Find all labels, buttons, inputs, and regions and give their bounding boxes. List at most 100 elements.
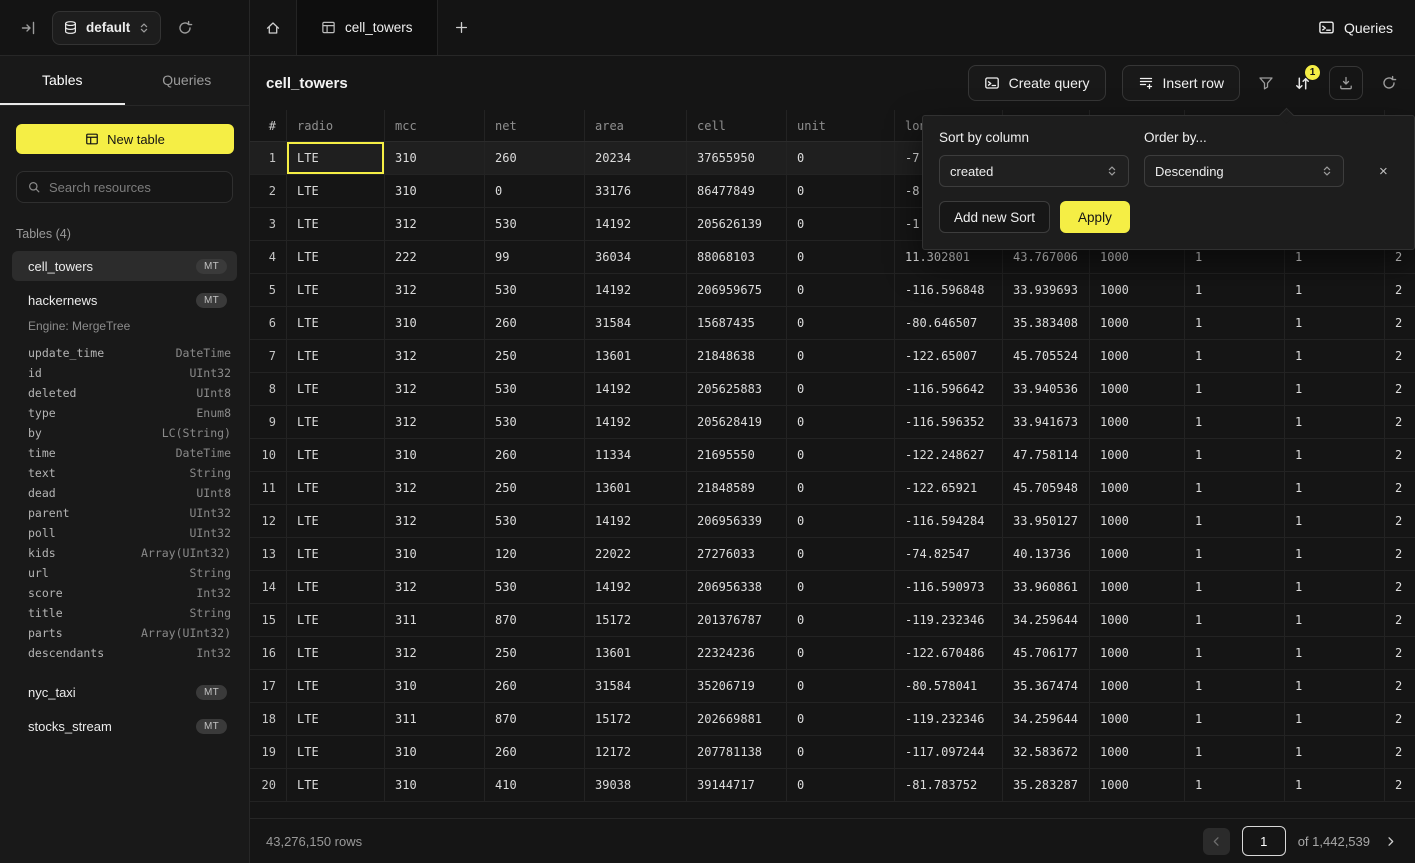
- table-cell[interactable]: 312: [385, 571, 485, 603]
- table-cell[interactable]: 2: [1385, 307, 1415, 339]
- table-cell[interactable]: 0: [787, 505, 895, 537]
- table-cell[interactable]: 0: [787, 703, 895, 735]
- table-cell[interactable]: 0: [787, 637, 895, 669]
- table-cell[interactable]: 201376787: [687, 604, 787, 636]
- table-cell[interactable]: LTE: [287, 439, 385, 471]
- column-header-net[interactable]: net: [485, 110, 585, 141]
- refresh-connection-button[interactable]: [173, 16, 197, 40]
- table-cell[interactable]: 22022: [585, 538, 687, 570]
- table-cell[interactable]: 312: [385, 637, 485, 669]
- refresh-table-button[interactable]: [1379, 73, 1399, 93]
- database-selector[interactable]: default: [52, 11, 161, 45]
- table-cell[interactable]: 88068103: [687, 241, 787, 273]
- table-cell[interactable]: 35.383408: [1003, 307, 1090, 339]
- table-cell[interactable]: 1: [1185, 505, 1285, 537]
- table-cell[interactable]: 1: [1185, 637, 1285, 669]
- table-cell[interactable]: -80.646507: [895, 307, 1003, 339]
- table-cell[interactable]: 1: [1285, 736, 1385, 768]
- table-cell[interactable]: 45.706177: [1003, 637, 1090, 669]
- row-number-cell[interactable]: 12: [250, 505, 287, 537]
- table-cell[interactable]: LTE: [287, 538, 385, 570]
- table-cell[interactable]: 39038: [585, 769, 687, 801]
- table-cell[interactable]: -116.596642: [895, 373, 1003, 405]
- table-cell[interactable]: 1: [1185, 406, 1285, 438]
- table-cell[interactable]: 13601: [585, 472, 687, 504]
- column-header-cell[interactable]: cell: [687, 110, 787, 141]
- table-cell[interactable]: 0: [787, 604, 895, 636]
- column-header-mcc[interactable]: mcc: [385, 110, 485, 141]
- row-number-cell[interactable]: 7: [250, 340, 287, 372]
- table-cell[interactable]: 0: [787, 472, 895, 504]
- table-cell[interactable]: 35.283287: [1003, 769, 1090, 801]
- table-cell[interactable]: 0: [787, 670, 895, 702]
- row-number-cell[interactable]: 15: [250, 604, 287, 636]
- table-cell[interactable]: 0: [787, 340, 895, 372]
- table-cell[interactable]: 1000: [1090, 703, 1185, 735]
- table-cell[interactable]: 22324236: [687, 637, 787, 669]
- table-cell[interactable]: LTE: [287, 208, 385, 240]
- table-cell[interactable]: 2: [1385, 373, 1415, 405]
- table-cell[interactable]: 1: [1285, 670, 1385, 702]
- table-cell[interactable]: 40.13736: [1003, 538, 1090, 570]
- table-cell[interactable]: 33.940536: [1003, 373, 1090, 405]
- table-cell[interactable]: 47.758114: [1003, 439, 1090, 471]
- new-table-button[interactable]: New table: [16, 124, 234, 154]
- table-cell[interactable]: 206956338: [687, 571, 787, 603]
- download-button[interactable]: [1329, 66, 1363, 100]
- table-cell[interactable]: 310: [385, 175, 485, 207]
- table-cell[interactable]: 206956339: [687, 505, 787, 537]
- table-cell[interactable]: LTE: [287, 142, 385, 174]
- table-cell[interactable]: 37655950: [687, 142, 787, 174]
- row-number-cell[interactable]: 2: [250, 175, 287, 207]
- table-cell[interactable]: 1: [1285, 373, 1385, 405]
- row-number-cell[interactable]: 8: [250, 373, 287, 405]
- table-cell[interactable]: 1000: [1090, 307, 1185, 339]
- table-cell[interactable]: 35.367474: [1003, 670, 1090, 702]
- table-cell[interactable]: 1: [1185, 274, 1285, 306]
- table-cell[interactable]: -122.65921: [895, 472, 1003, 504]
- table-cell[interactable]: 1: [1185, 670, 1285, 702]
- table-cell[interactable]: -122.65007: [895, 340, 1003, 372]
- order-select[interactable]: Descending: [1144, 155, 1344, 187]
- table-cell[interactable]: 14192: [585, 505, 687, 537]
- table-cell[interactable]: LTE: [287, 736, 385, 768]
- table-cell[interactable]: 205626139: [687, 208, 787, 240]
- table-cell[interactable]: 1: [1185, 373, 1285, 405]
- next-page-button[interactable]: [1382, 831, 1399, 852]
- table-cell[interactable]: 530: [485, 208, 585, 240]
- table-cell[interactable]: 207781138: [687, 736, 787, 768]
- table-cell[interactable]: LTE: [287, 307, 385, 339]
- table-cell[interactable]: 310: [385, 736, 485, 768]
- table-cell[interactable]: 870: [485, 604, 585, 636]
- sidebar-item-nyc_taxi[interactable]: nyc_taxiMT: [12, 677, 237, 707]
- table-cell[interactable]: 33.939693: [1003, 274, 1090, 306]
- row-number-cell[interactable]: 10: [250, 439, 287, 471]
- table-cell[interactable]: 0: [787, 538, 895, 570]
- sidebar-item-cell_towers[interactable]: cell_towersMT: [12, 251, 237, 281]
- row-number-cell[interactable]: 16: [250, 637, 287, 669]
- table-cell[interactable]: 34.259644: [1003, 703, 1090, 735]
- table-cell[interactable]: 39144717: [687, 769, 787, 801]
- table-cell[interactable]: 2: [1385, 736, 1415, 768]
- sidebar-item-stocks_stream[interactable]: stocks_streamMT: [12, 711, 237, 741]
- table-cell[interactable]: 33.941673: [1003, 406, 1090, 438]
- row-number-cell[interactable]: 9: [250, 406, 287, 438]
- row-number-cell[interactable]: 17: [250, 670, 287, 702]
- table-cell[interactable]: -122.670486: [895, 637, 1003, 669]
- previous-page-button[interactable]: [1203, 828, 1230, 855]
- table-cell[interactable]: -117.097244: [895, 736, 1003, 768]
- table-cell[interactable]: 0: [787, 571, 895, 603]
- table-cell[interactable]: 311: [385, 703, 485, 735]
- table-cell[interactable]: 1000: [1090, 340, 1185, 372]
- table-cell[interactable]: 1: [1185, 307, 1285, 339]
- table-cell[interactable]: 2: [1385, 571, 1415, 603]
- table-cell[interactable]: 312: [385, 208, 485, 240]
- table-cell[interactable]: 33.960861: [1003, 571, 1090, 603]
- table-cell[interactable]: 14192: [585, 274, 687, 306]
- table-cell[interactable]: 11334: [585, 439, 687, 471]
- table-cell[interactable]: 1000: [1090, 604, 1185, 636]
- table-cell[interactable]: 260: [485, 307, 585, 339]
- apply-sort-button[interactable]: Apply: [1060, 201, 1130, 233]
- table-cell[interactable]: 14192: [585, 571, 687, 603]
- table-cell[interactable]: 2: [1385, 406, 1415, 438]
